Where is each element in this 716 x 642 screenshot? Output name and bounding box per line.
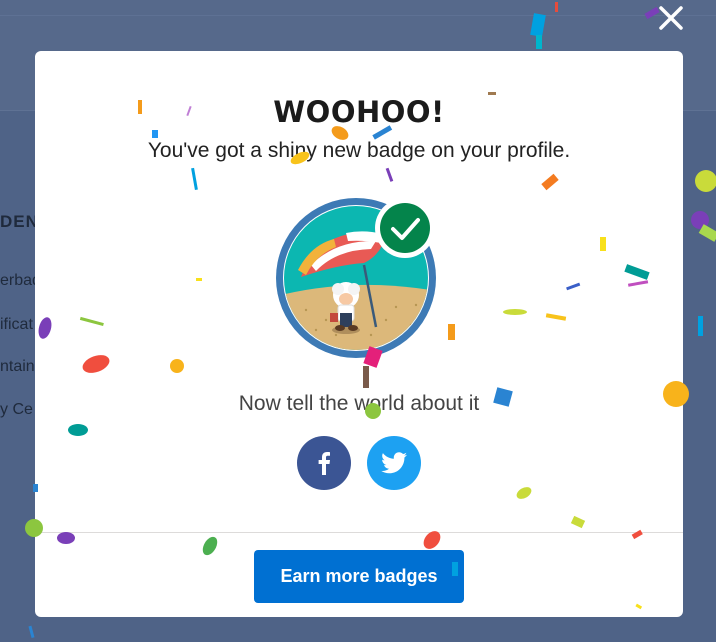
- modal-subtitle: You've got a shiny new badge on your pro…: [147, 139, 571, 162]
- background-sidebar-item: ntain: [0, 358, 35, 375]
- earn-more-badges-button[interactable]: Earn more badges: [254, 550, 464, 603]
- facebook-icon: [318, 452, 330, 475]
- close-button[interactable]: [656, 3, 686, 33]
- background-sidebar-item: ificat: [0, 316, 33, 333]
- background-divider: [0, 15, 716, 16]
- facebook-share-button[interactable]: [297, 436, 351, 490]
- twitter-icon: [381, 452, 407, 474]
- twitter-share-button[interactable]: [367, 436, 421, 490]
- share-prompt: Now tell the world about it: [238, 392, 480, 415]
- background-sidebar-heading: DEN: [0, 212, 39, 231]
- close-icon: [659, 6, 683, 30]
- modal-title: WOOHOO!: [273, 95, 445, 129]
- modal-footer-divider: [35, 532, 683, 533]
- background-sidebar-item: y Ce: [0, 401, 33, 418]
- badge-earned-modal: WOOHOO! You've got a shiny new badge on …: [35, 51, 683, 617]
- checkmark-icon: [380, 203, 430, 253]
- badge-image: [276, 195, 441, 360]
